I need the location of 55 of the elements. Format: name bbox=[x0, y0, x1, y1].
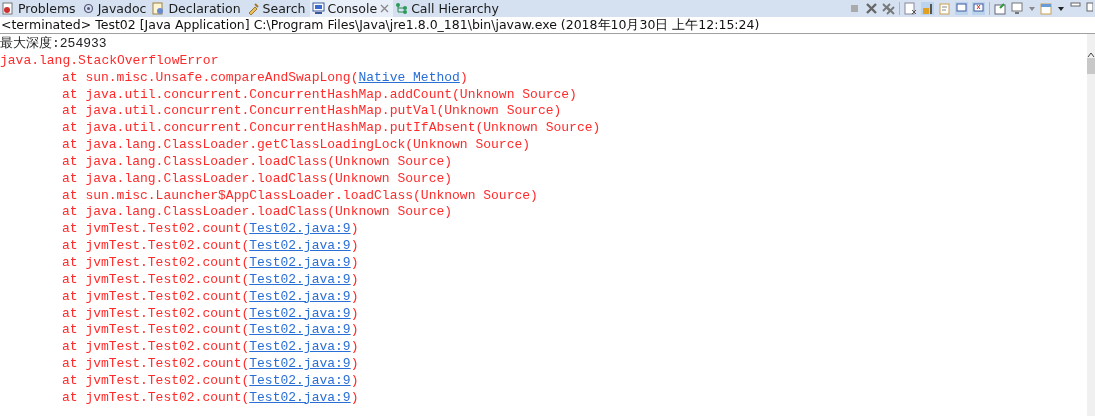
error-line: java.lang.StackOverflowError bbox=[0, 52, 219, 70]
view-tab[interactable]: Call Hierarchy bbox=[393, 0, 503, 17]
declaration-icon bbox=[152, 2, 166, 15]
stack-frame-line: at sun.misc.Unsafe.compareAndSwapLong(Native Method) bbox=[61, 69, 468, 87]
source-link[interactable]: Test02.java:9 bbox=[249, 356, 351, 372]
source-link[interactable]: Test02.java:9 bbox=[249, 305, 351, 321]
source-link[interactable]: Test02.java:9 bbox=[249, 389, 351, 405]
source-link[interactable]: Test02.java:9 bbox=[249, 254, 351, 270]
stack-frame-line: at java.lang.ClassLoader.loadClass(Unknown Source) bbox=[61, 170, 453, 188]
console-title: <terminated> Test02 [Java Application] C:\Program Files\Java\jre1.8.0_181\bin\javaw.exe (2018年10月30日 上午12:15:24) bbox=[0, 17, 1095, 34]
vertical-scrollbar[interactable] bbox=[1087, 34, 1095, 416]
view-tab[interactable]: Declaration bbox=[150, 0, 245, 17]
hierarchy-icon bbox=[395, 2, 409, 15]
problems-icon bbox=[2, 2, 15, 15]
stop-icon[interactable] bbox=[848, 2, 861, 15]
view-tab[interactable]: Search bbox=[244, 0, 310, 17]
source-link[interactable]: Test02.java:9 bbox=[249, 221, 351, 237]
stack-frame-line: at java.util.concurrent.ConcurrentHashMap.putIfAbsent(Unknown Source) bbox=[61, 120, 601, 138]
stack-frame-line: at jvmTest.Test02.count(Test02.java:9) bbox=[61, 389, 359, 407]
stack-frame-line: at java.util.concurrent.ConcurrentHashMap.putVal(Unknown Source) bbox=[61, 103, 562, 121]
source-link[interactable]: Native Method bbox=[358, 69, 460, 85]
view-tab[interactable]: Problems bbox=[0, 0, 80, 17]
stack-frame-line: at jvmTest.Test02.count(Test02.java:9) bbox=[61, 322, 359, 340]
stack-frame-line: at jvmTest.Test02.count(Test02.java:9) bbox=[61, 288, 359, 306]
stack-frame-line: at jvmTest.Test02.count(Test02.java:9) bbox=[61, 271, 359, 289]
source-link[interactable]: Test02.java:9 bbox=[249, 372, 351, 388]
source-link[interactable]: Test02.java:9 bbox=[249, 238, 351, 254]
stack-frame-line: at java.lang.ClassLoader.loadClass(Unknown Source) bbox=[61, 204, 453, 222]
stack-frame-line: at jvmTest.Test02.count(Test02.java:9) bbox=[61, 372, 359, 390]
scroll-up-icon[interactable] bbox=[1087, 52, 1095, 58]
remove-all-icon[interactable] bbox=[882, 2, 895, 15]
view-tab[interactable]: Console bbox=[309, 0, 394, 17]
stack-frame-line: at java.lang.ClassLoader.loadClass(Unknown Source) bbox=[61, 153, 453, 171]
source-link[interactable]: Test02.java:9 bbox=[249, 271, 351, 287]
flashlight-icon bbox=[246, 2, 260, 15]
stack-frame-line: at sun.misc.Launcher$AppClassLoader.loadClass(Unknown Source) bbox=[61, 187, 538, 205]
scrollbar-thumb[interactable] bbox=[1087, 58, 1095, 74]
at-sign-icon bbox=[81, 2, 95, 15]
remove-icon[interactable] bbox=[865, 2, 878, 15]
source-link[interactable]: Test02.java:9 bbox=[249, 339, 351, 355]
monitor-icon bbox=[311, 2, 325, 15]
maximize-icon[interactable] bbox=[1086, 2, 1093, 15]
source-link[interactable]: Test02.java:9 bbox=[249, 288, 351, 304]
stack-frame-line: at jvmTest.Test02.count(Test02.java:9) bbox=[61, 221, 359, 239]
close-icon[interactable] bbox=[380, 4, 390, 13]
stack-frame-line: at jvmTest.Test02.count(Test02.java:9) bbox=[61, 254, 359, 272]
stack-frame-line: at jvmTest.Test02.count(Test02.java:9) bbox=[61, 305, 359, 323]
stack-frame-line: at java.util.concurrent.ConcurrentHashMap.addCount(Unknown Source) bbox=[61, 86, 577, 104]
stack-frame-line: at jvmTest.Test02.count(Test02.java:9) bbox=[61, 356, 359, 373]
output-line: 最大深度:254933 bbox=[0, 36, 107, 53]
view-tab[interactable]: Javadoc bbox=[79, 0, 151, 17]
stack-frame-line: at java.lang.ClassLoader.getClassLoadingLock(Unknown Source) bbox=[61, 137, 531, 154]
stack-frame-line: at jvmTest.Test02.count(Test02.java:9) bbox=[61, 339, 359, 357]
stack-frame-line: at jvmTest.Test02.count(Test02.java:9) bbox=[61, 238, 359, 255]
source-link[interactable]: Test02.java:9 bbox=[249, 322, 351, 338]
